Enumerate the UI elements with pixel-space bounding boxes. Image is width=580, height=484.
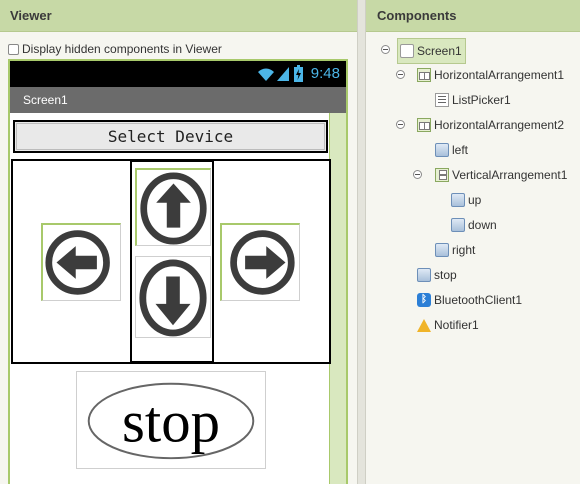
button-icon [435, 243, 449, 257]
tree-item-up[interactable]: up [451, 190, 481, 210]
display-hidden-label[interactable]: Display hidden components in Viewer [22, 42, 222, 56]
screen-title: Screen1 [23, 93, 68, 107]
screen-title-bar: Screen1 [10, 87, 346, 113]
tree-item-verticalarrangement1[interactable]: VerticalArrangement1 [435, 165, 567, 185]
viewer-panel: Viewer Display hidden components in View… [0, 0, 357, 484]
components-header: Components [366, 0, 580, 32]
tree-item-label: VerticalArrangement1 [452, 168, 568, 182]
tree-item-left[interactable]: left [435, 140, 468, 160]
signal-icon [277, 67, 289, 81]
button-icon [417, 268, 431, 282]
vertical-arrangement-icon [435, 168, 449, 182]
tree-item-label: down [468, 218, 497, 232]
wifi-icon [258, 68, 274, 81]
tree-item-label: Screen1 [417, 44, 462, 58]
down-arrow-button[interactable] [135, 256, 211, 338]
button-icon [451, 193, 465, 207]
battery-icon [294, 65, 303, 82]
up-arrow-icon [140, 172, 207, 245]
horizontal-arrangement-icon [417, 118, 431, 132]
select-device-button[interactable]: Select Device [13, 120, 328, 153]
left-arrow-icon [45, 230, 110, 295]
right-arrow-button[interactable] [220, 223, 300, 301]
screen-icon [400, 44, 414, 58]
tree-item-label: right [452, 243, 476, 257]
button-icon [435, 143, 449, 157]
tree-item-label: BluetoothClient1 [434, 293, 523, 307]
status-time: 9:48 [310, 65, 340, 82]
bluetooth-icon: ᛒ [417, 293, 431, 307]
display-hidden-checkbox[interactable] [8, 43, 19, 55]
vertical-arrangement-preview[interactable] [130, 160, 214, 363]
notifier-warning-icon [417, 318, 431, 332]
tree-item-label: ListPicker1 [452, 93, 511, 107]
tree-item-label: left [452, 143, 469, 157]
screen1-collapse-toggle[interactable] [381, 45, 390, 54]
horizontalarrangement1-collapse-toggle[interactable] [396, 70, 405, 79]
tree-item-label: HorizontalArrangement1 [434, 68, 565, 82]
tree-item-label: up [468, 193, 482, 207]
left-arrow-button[interactable] [41, 223, 121, 301]
panel-divider[interactable] [357, 0, 366, 484]
tree-item-listpicker1[interactable]: ListPicker1 [435, 90, 511, 110]
button-icon [451, 218, 465, 232]
horizontalarrangement2-collapse-toggle[interactable] [396, 120, 405, 129]
tree-item-notifier1[interactable]: Notifier1 [417, 315, 479, 335]
tree-item-label: Notifier1 [434, 318, 479, 332]
tree-item-horizontalarrangement2[interactable]: HorizontalArrangement2 [417, 115, 564, 135]
tree-item-label: stop [434, 268, 457, 282]
components-panel: Components Screen1 HorizontalArrangement… [366, 0, 580, 484]
stop-image: stop [87, 382, 255, 460]
horizontal-arrangement-preview[interactable] [11, 159, 331, 364]
tree-item-right[interactable]: right [435, 240, 475, 260]
tree-item-down[interactable]: down [451, 215, 497, 235]
stop-button[interactable]: stop [76, 371, 266, 469]
down-arrow-icon [139, 259, 207, 337]
status-bar: 9:48 [10, 61, 346, 87]
up-arrow-button[interactable] [135, 168, 211, 246]
display-hidden-row[interactable]: Display hidden components in Viewer [8, 42, 222, 56]
phone-preview: 9:48 Screen1 Select Device stop [8, 59, 348, 484]
viewer-scrollbar[interactable] [329, 113, 346, 484]
select-device-label: Select Device [107, 127, 234, 146]
tree-item-horizontalarrangement1[interactable]: HorizontalArrangement1 [417, 65, 564, 85]
horizontal-arrangement-icon [417, 68, 431, 82]
tree-item-bluetoothclient1[interactable]: ᛒ BluetoothClient1 [417, 290, 522, 310]
viewer-header: Viewer [0, 0, 357, 32]
tree-item-stop[interactable]: stop [417, 265, 457, 285]
tree-item-label: HorizontalArrangement2 [434, 118, 565, 132]
right-arrow-icon [230, 230, 295, 295]
stop-text: stop [122, 390, 220, 455]
tree-item-screen1[interactable]: Screen1 [397, 38, 466, 64]
listpicker-icon [435, 93, 449, 107]
verticalarrangement1-collapse-toggle[interactable] [413, 170, 422, 179]
